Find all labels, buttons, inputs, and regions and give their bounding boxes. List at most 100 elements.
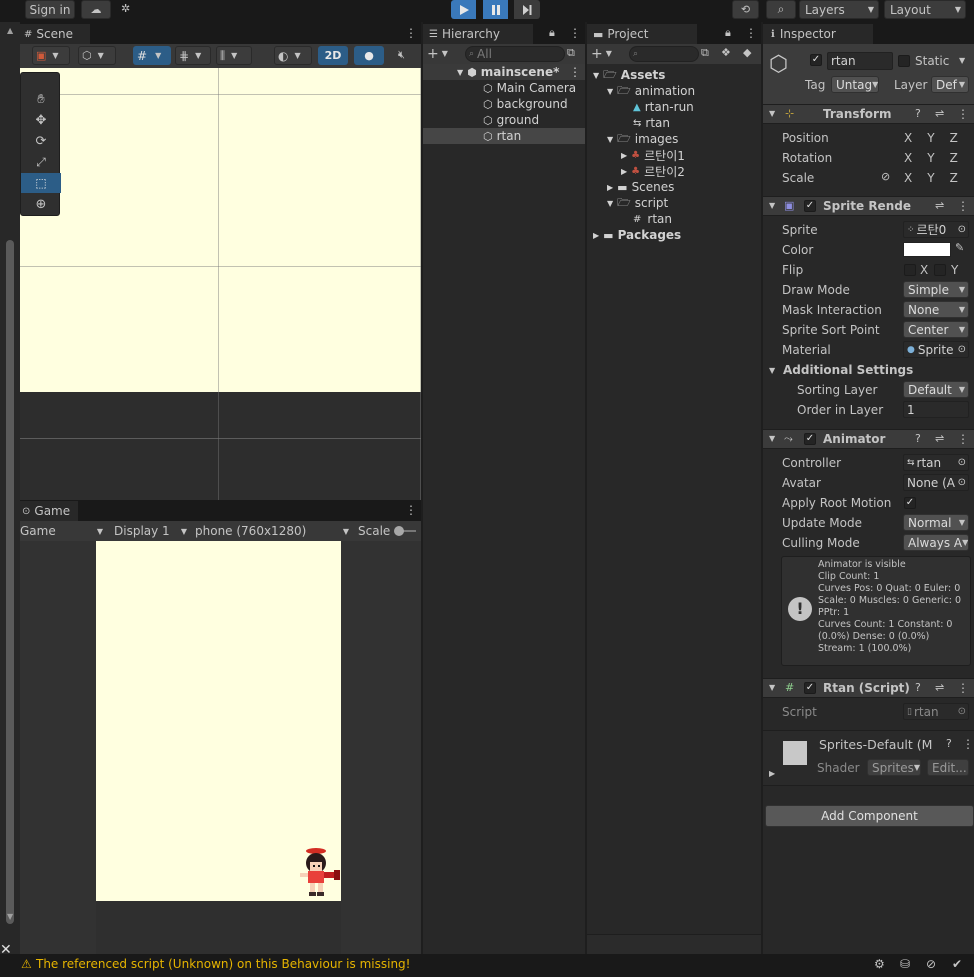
scale-slider[interactable]: Scale [358,523,421,539]
component-menu-icon[interactable]: ⋮ [962,737,974,751]
search-type-icon[interactable]: ⧉ [701,46,709,60]
presets-icon[interactable]: ⇌ [935,681,944,694]
foldout-icon[interactable]: ▼ [769,683,775,692]
draw-mode-dropdown[interactable]: Simple ▼ [903,281,969,298]
update-mode-dropdown[interactable]: Normal ▼ [903,514,969,531]
help-icon[interactable]: ? [915,432,921,445]
step-button[interactable] [514,0,540,19]
layer-dropdown[interactable]: Def ▼ [931,76,969,93]
move-tool[interactable]: ✥ [21,110,61,130]
presets-icon[interactable]: ⇌ [935,432,944,445]
component-menu-icon[interactable]: ⋮ [957,199,969,213]
animator-header[interactable]: ▼ ⤳ ✓ Animator ? ⇌ ⋮ [763,429,974,449]
list-item[interactable]: ⬡ background [423,96,585,112]
game-view-dropdown[interactable]: Game ▼ [20,523,106,539]
status-message[interactable]: The referenced script (Unknown) on this … [36,957,410,971]
component-menu-icon[interactable]: ⋮ [957,681,969,695]
component-menu-icon[interactable]: ⋮ [957,432,969,446]
tree-file-image[interactable]: ▶ ♣ 르탄이1 [587,147,761,163]
tree-folder-script[interactable]: ▼ 🗁︎ script [587,195,761,211]
static-checkbox[interactable] [898,55,910,67]
tag-dropdown[interactable]: Untag ▼ [831,76,879,93]
resolution-dropdown[interactable]: phone (760x1280) ▼ [195,523,352,539]
tree-file-controller[interactable]: ⇆ rtan [587,115,761,131]
transform-header[interactable]: ▼ ⊹ Transform ? ⇌ ⋮ [763,104,974,124]
shader-dropdown[interactable]: Sprites ▼ [867,759,921,776]
grid-snap-button[interactable]: # ▼ [133,46,171,65]
order-in-layer-input[interactable]: 1 [903,401,969,418]
search-button[interactable]: ⌕ [766,0,796,19]
mask-interaction-dropdown[interactable]: None ▼ [903,301,969,318]
create-button[interactable]: + ▼ [591,45,621,62]
gameobject-icon[interactable]: ⬡ [769,52,788,77]
project-search-input[interactable]: ⌕ [629,46,699,62]
eyedropper-icon[interactable]: ✎ [955,241,964,254]
lock-icon[interactable]: 🔒︎ [549,26,555,40]
constrain-proportions-icon[interactable]: ⊘ [881,170,890,183]
display-dropdown[interactable]: Display 1 ▼ [114,523,190,539]
sort-point-dropdown[interactable]: Center ▼ [903,321,969,338]
hand-tool[interactable]: ✋︎ [21,89,61,109]
cloud-button[interactable]: ☁ [81,0,111,19]
expand-icon[interactable]: ▼ [607,135,613,144]
position-fields[interactable]: XYZ [904,131,974,145]
cache-icon[interactable]: ⛁ [900,957,910,971]
tree-folder-animation[interactable]: ▼ 🗁︎ animation [587,83,761,99]
chevron-down-icon[interactable]: ▼ [959,56,965,65]
mode-2d-toggle[interactable]: 2D [318,46,348,65]
scene-row[interactable]: ▼ ⬢ mainscene* ⋮ [423,64,585,80]
enabled-checkbox[interactable]: ✓ [804,433,816,445]
hierarchy-search-input[interactable]: ⌕ All [465,46,565,62]
row-menu-icon[interactable]: ⋮ [569,65,581,79]
expand-icon[interactable]: ▼ [607,199,613,208]
expand-icon[interactable]: ▶ [607,183,613,192]
enabled-checkbox[interactable]: ✓ [804,200,816,212]
game-viewport[interactable] [20,541,421,954]
foldout-icon[interactable]: ▼ [769,434,775,443]
scene-viewport[interactable]: ✋︎ ✥ ⟳ ⤢ ⬚ ⊕ [20,68,421,500]
expand-icon[interactable]: ▼ [607,87,613,96]
slider-track[interactable] [394,526,417,536]
object-picker-icon[interactable]: ⊙ [958,477,966,488]
foldout-icon[interactable]: ▼ [769,366,775,375]
debug-icon[interactable]: ⚙ [874,957,885,971]
help-icon[interactable]: ? [946,737,952,750]
material-field[interactable]: ● Sprite ⊙ [903,341,969,358]
close-icon[interactable]: ✕ [0,942,12,958]
add-component-button[interactable]: Add Component [765,805,974,827]
controller-field[interactable]: ⇆ rtan ⊙ [903,454,969,471]
render-mode-button[interactable]: ⬡ ▼ [78,46,116,65]
lock-icon[interactable]: 🔒︎ [725,26,731,40]
tree-file-script[interactable]: # rtan [587,211,761,227]
collab-icon[interactable]: ✲ [121,2,139,18]
tree-file-image[interactable]: ▶ ♣ 르탄이2 [587,163,761,179]
list-item[interactable]: ⬡ ground [423,112,585,128]
flip-x-checkbox[interactable] [904,264,916,276]
additional-settings-label[interactable]: Additional Settings [783,363,913,377]
foldout-icon[interactable]: ▼ [769,201,775,210]
layout-dropdown[interactable]: Layout ▼ [884,0,966,19]
panel-menu-icon[interactable]: ⋮ [569,26,581,40]
rect-tool[interactable]: ⬚ [21,173,61,193]
filter-type-icon[interactable]: ❖ [721,46,731,59]
audio-toggle[interactable]: 🔇︎ [398,48,405,62]
tab-hierarchy[interactable]: ☰ Hierarchy [423,24,533,44]
sprite-field[interactable]: ⁘ 르탄0 ⊙ [903,221,969,238]
sorting-layer-dropdown[interactable]: Default ▼ [903,381,969,398]
sprite-renderer-header[interactable]: ▼ ▣ ✓ Sprite Rendere ⇌ ⋮ [763,196,974,216]
list-item[interactable]: ⬡ Main Camera [423,80,585,96]
tab-inspector[interactable]: ℹ Inspector [763,24,873,44]
tree-folder-scenes[interactable]: ▶ ▬ Scenes [587,179,761,195]
expand-icon[interactable]: ▶ [621,167,627,176]
sign-in-button[interactable]: Sign in [25,0,75,19]
enabled-checkbox[interactable]: ✓ [804,682,816,694]
foldout-icon[interactable]: ▶ [769,769,775,778]
scroll-down-icon[interactable]: ▼ [7,912,13,921]
tab-scene[interactable]: # Scene [20,24,90,44]
object-picker-icon[interactable]: ⊙ [958,457,966,468]
layers-dropdown[interactable]: Layers ▼ [799,0,879,19]
object-name-input[interactable]: rtan [827,52,893,70]
object-picker-icon[interactable]: ⊙ [958,344,966,355]
object-picker-icon[interactable]: ⊙ [958,224,966,235]
lighting-toggle[interactable]: ● [354,46,384,65]
